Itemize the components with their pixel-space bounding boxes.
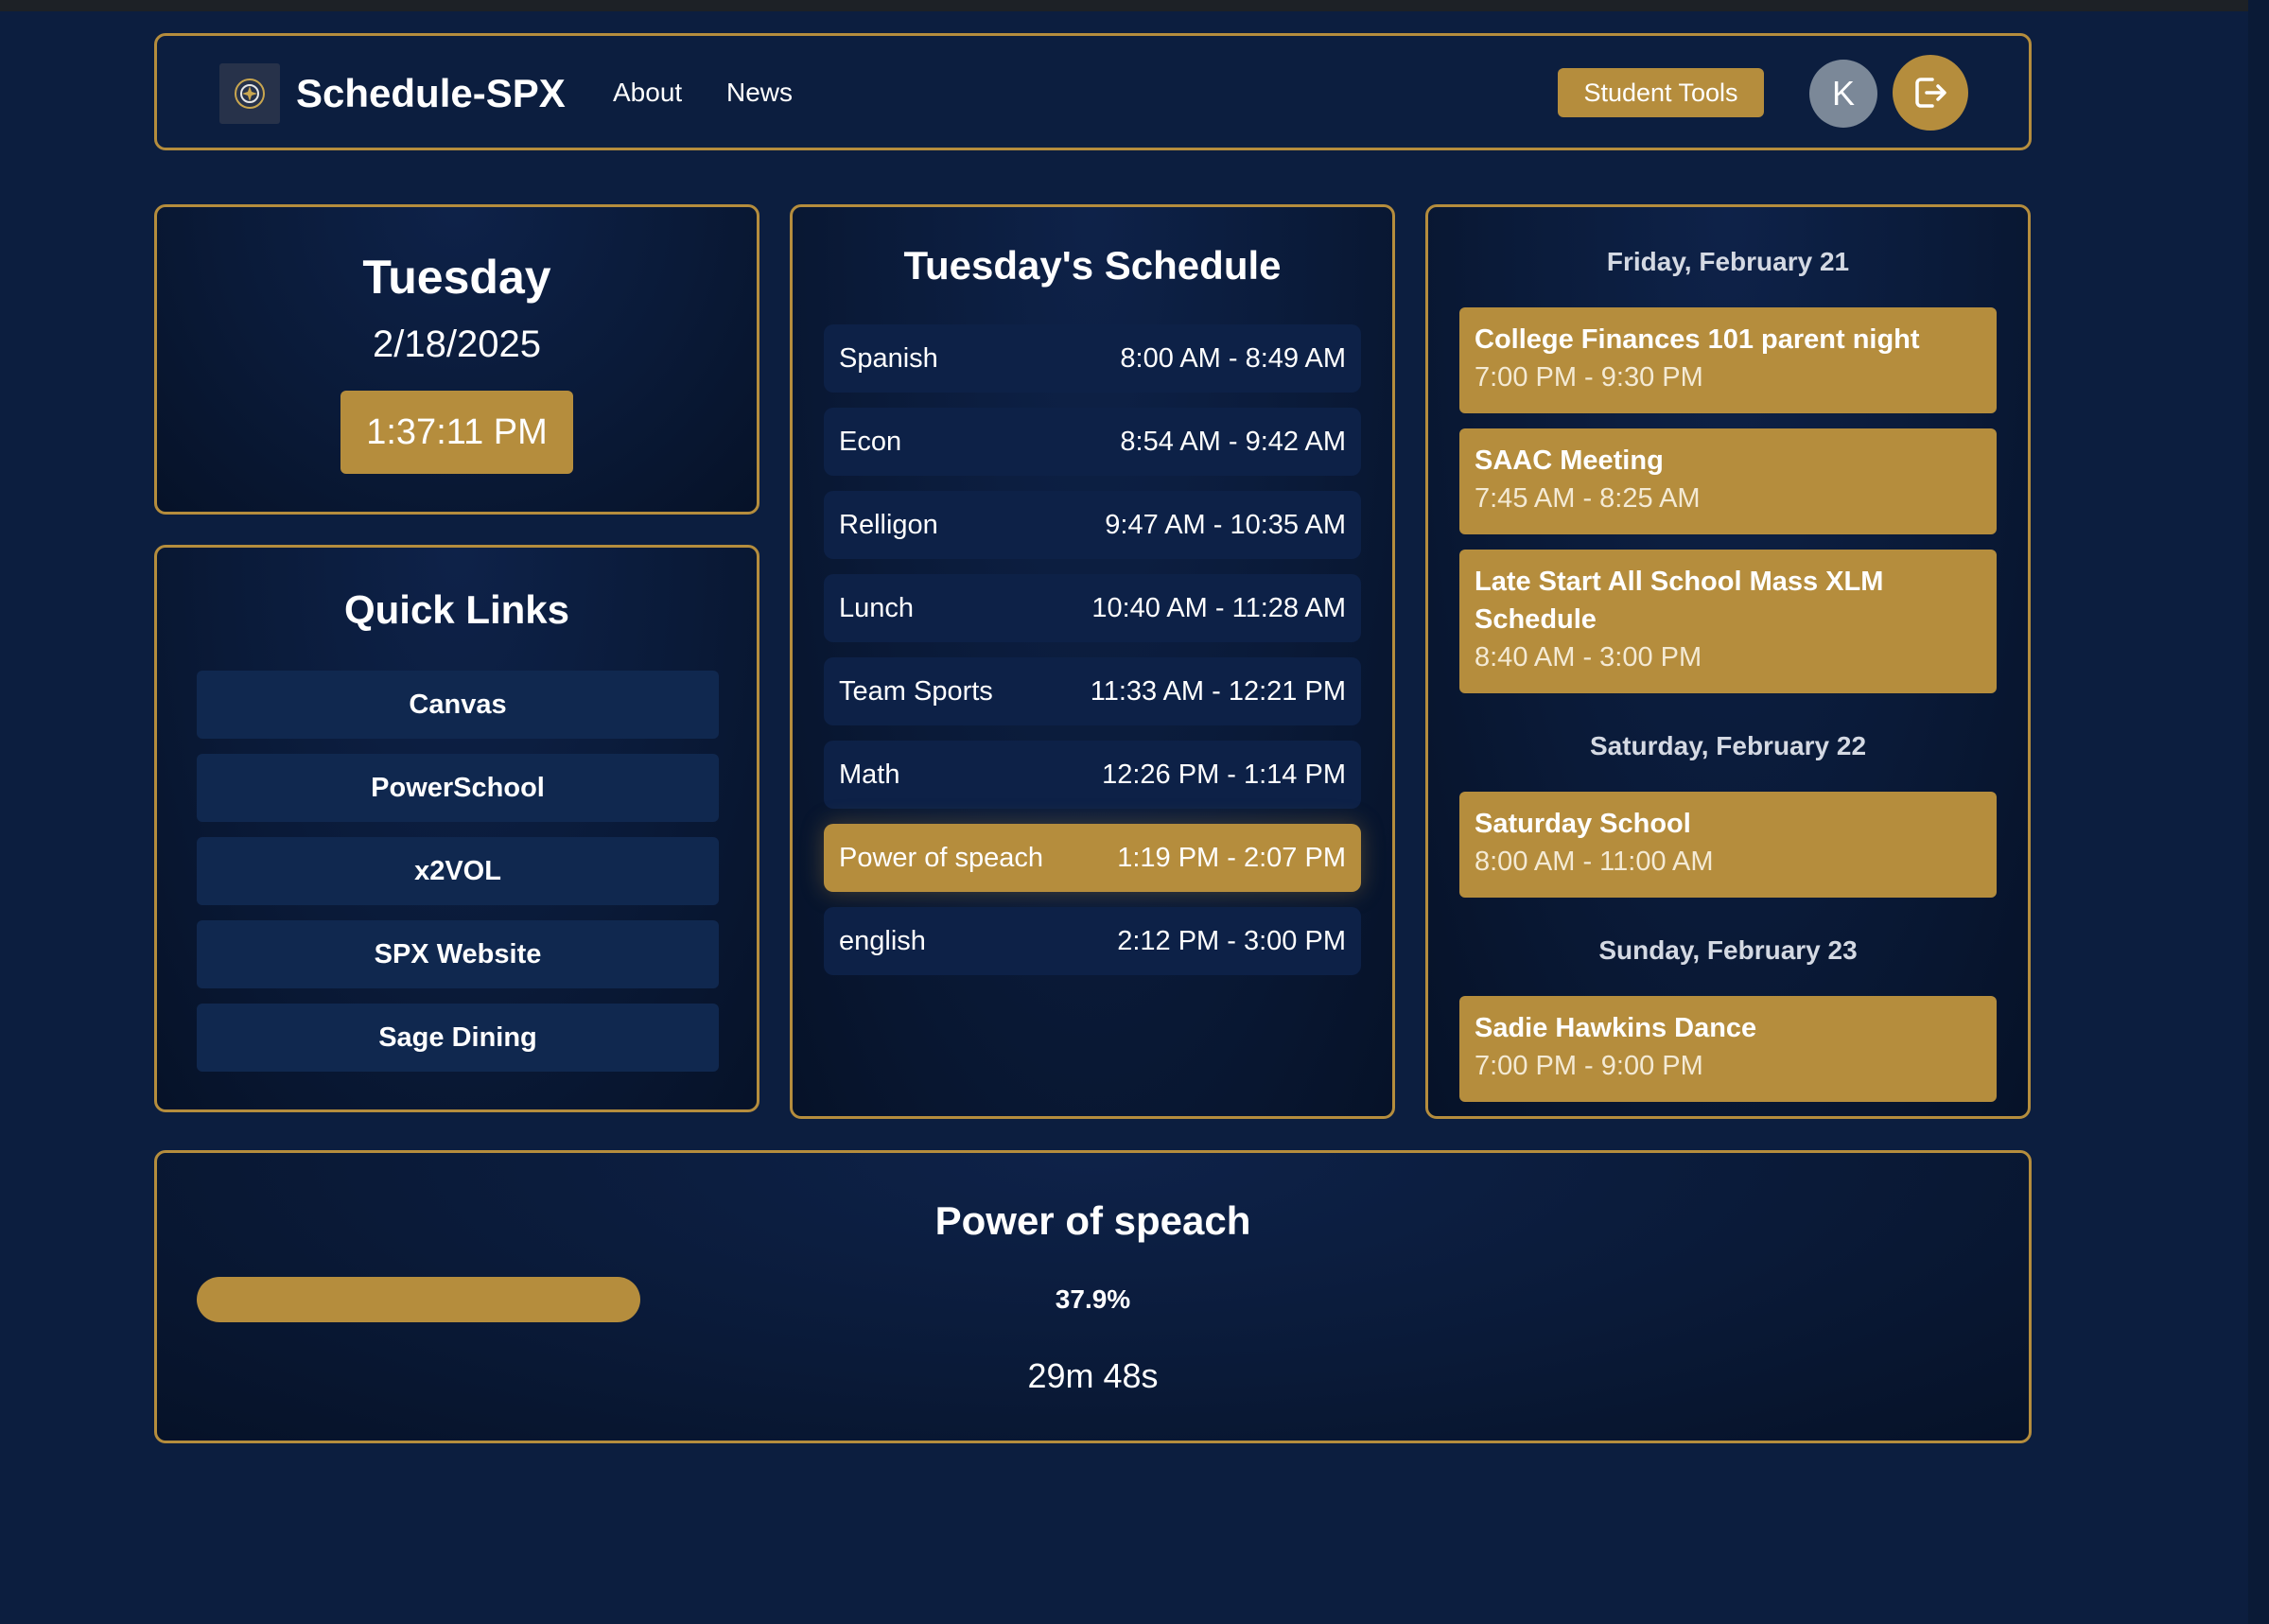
event-item[interactable]: Saturday School 8:00 AM - 11:00 AM — [1459, 792, 1997, 898]
event-time: 7:00 PM - 9:00 PM — [1475, 1051, 1703, 1081]
period-name: Spanish — [839, 342, 938, 374]
period-name: Lunch — [839, 592, 915, 623]
event-title: Sadie Hawkins Dance — [1475, 1013, 1757, 1043]
day-name: Tuesday — [362, 251, 551, 304]
period-time: 8:54 AM - 9:42 AM — [1120, 426, 1346, 457]
events-card: Friday, February 21 College Finances 101… — [1425, 204, 2031, 1119]
current-time: 1:37:11 PM — [340, 391, 573, 474]
schedule-period: Relligon 9:47 AM - 10:35 AM — [824, 491, 1361, 559]
schedule-period: Team Sports 11:33 AM - 12:21 PM — [824, 657, 1361, 725]
event-title: Late Start All School Mass XLM Schedule — [1475, 567, 1884, 635]
current-date: 2/18/2025 — [373, 323, 541, 365]
date-card: Tuesday 2/18/2025 1:37:11 PM — [154, 204, 759, 515]
schedule-period-current: Power of speach 1:19 PM - 2:07 PM — [824, 824, 1361, 892]
nav-link-about[interactable]: About — [613, 74, 682, 112]
schedule-period: Econ 8:54 AM - 9:42 AM — [824, 408, 1361, 476]
event-day-heading: Sunday, February 23 — [1598, 935, 1858, 965]
period-time: 1:19 PM - 2:07 PM — [1117, 842, 1346, 873]
event-item[interactable]: Late Start All School Mass XLM Schedule … — [1459, 550, 1997, 693]
quick-links-title: Quick Links — [343, 587, 570, 632]
link-sage-dining[interactable]: Sage Dining — [197, 1004, 719, 1072]
logout-button[interactable] — [1893, 55, 1968, 131]
period-time: 8:00 AM - 8:49 AM — [1120, 342, 1346, 374]
schedule-period: Math 12:26 PM - 1:14 PM — [824, 741, 1361, 809]
student-tools-button[interactable]: Student Tools — [1558, 68, 1764, 117]
period-time: 9:47 AM - 10:35 AM — [1105, 509, 1346, 540]
event-time: 7:00 PM - 9:30 PM — [1475, 362, 1703, 393]
event-day-heading: Friday, February 21 — [1606, 247, 1850, 276]
period-time: 12:26 PM - 1:14 PM — [1102, 759, 1346, 790]
period-time: 10:40 AM - 11:28 AM — [1091, 592, 1346, 623]
period-name: Math — [839, 759, 900, 790]
schedule-period: english 2:12 PM - 3:00 PM — [824, 907, 1361, 975]
window-top-bar — [0, 0, 2269, 11]
schedule-title: Tuesday's Schedule — [903, 243, 1282, 288]
event-title: Saturday School — [1475, 809, 1691, 839]
event-time: 8:00 AM - 11:00 AM — [1475, 847, 1714, 877]
period-name: Econ — [839, 426, 902, 457]
progress-percent: 37.9% — [1055, 1284, 1131, 1314]
period-time: 11:33 AM - 12:21 PM — [1090, 675, 1346, 707]
period-name: Team Sports — [839, 675, 993, 707]
avatar[interactable]: K — [1809, 60, 1877, 128]
link-canvas[interactable]: Canvas — [197, 671, 719, 739]
window-edge — [2248, 0, 2269, 1624]
event-item[interactable]: College Finances 101 parent night 7:00 P… — [1459, 307, 1997, 413]
logout-icon — [1915, 78, 1946, 108]
period-name: Relligon — [839, 509, 938, 540]
event-item[interactable]: SAAC Meeting 7:45 AM - 8:25 AM — [1459, 428, 1997, 534]
link-x2vol[interactable]: x2VOL — [197, 837, 719, 905]
event-title: College Finances 101 parent night — [1475, 324, 1920, 355]
period-name: english — [839, 925, 926, 956]
event-time: 7:45 AM - 8:25 AM — [1475, 483, 1701, 514]
schedule-card: Tuesday's Schedule Spanish 8:00 AM - 8:4… — [790, 204, 1395, 1119]
current-class-title: Power of speach — [934, 1198, 1251, 1243]
link-powerschool[interactable]: PowerSchool — [197, 754, 719, 822]
school-crest-icon[interactable] — [219, 63, 280, 124]
link-spx-website[interactable]: SPX Website — [197, 920, 719, 988]
brand-title[interactable]: Schedule-SPX — [296, 66, 566, 121]
event-time: 8:40 AM - 3:00 PM — [1475, 642, 1702, 672]
time-remaining: 29m 48s — [1027, 1356, 1159, 1395]
event-item[interactable]: Sadie Hawkins Dance 7:00 PM - 9:00 PM — [1459, 996, 1997, 1102]
schedule-period: Lunch 10:40 AM - 11:28 AM — [824, 574, 1361, 642]
period-time: 2:12 PM - 3:00 PM — [1117, 925, 1346, 956]
schedule-period: Spanish 8:00 AM - 8:49 AM — [824, 324, 1361, 393]
quick-links-card: Quick Links Canvas PowerSchool x2VOL SPX… — [154, 545, 759, 1112]
event-title: SAAC Meeting — [1475, 445, 1664, 476]
navbar: Schedule-SPX About News Student Tools K — [154, 33, 2032, 150]
event-day-heading: Saturday, February 22 — [1589, 731, 1867, 760]
nav-link-news[interactable]: News — [726, 74, 793, 112]
period-name: Power of speach — [839, 842, 1044, 873]
class-progress-card: Power of speach 37.9% 29m 48s — [154, 1150, 2032, 1443]
